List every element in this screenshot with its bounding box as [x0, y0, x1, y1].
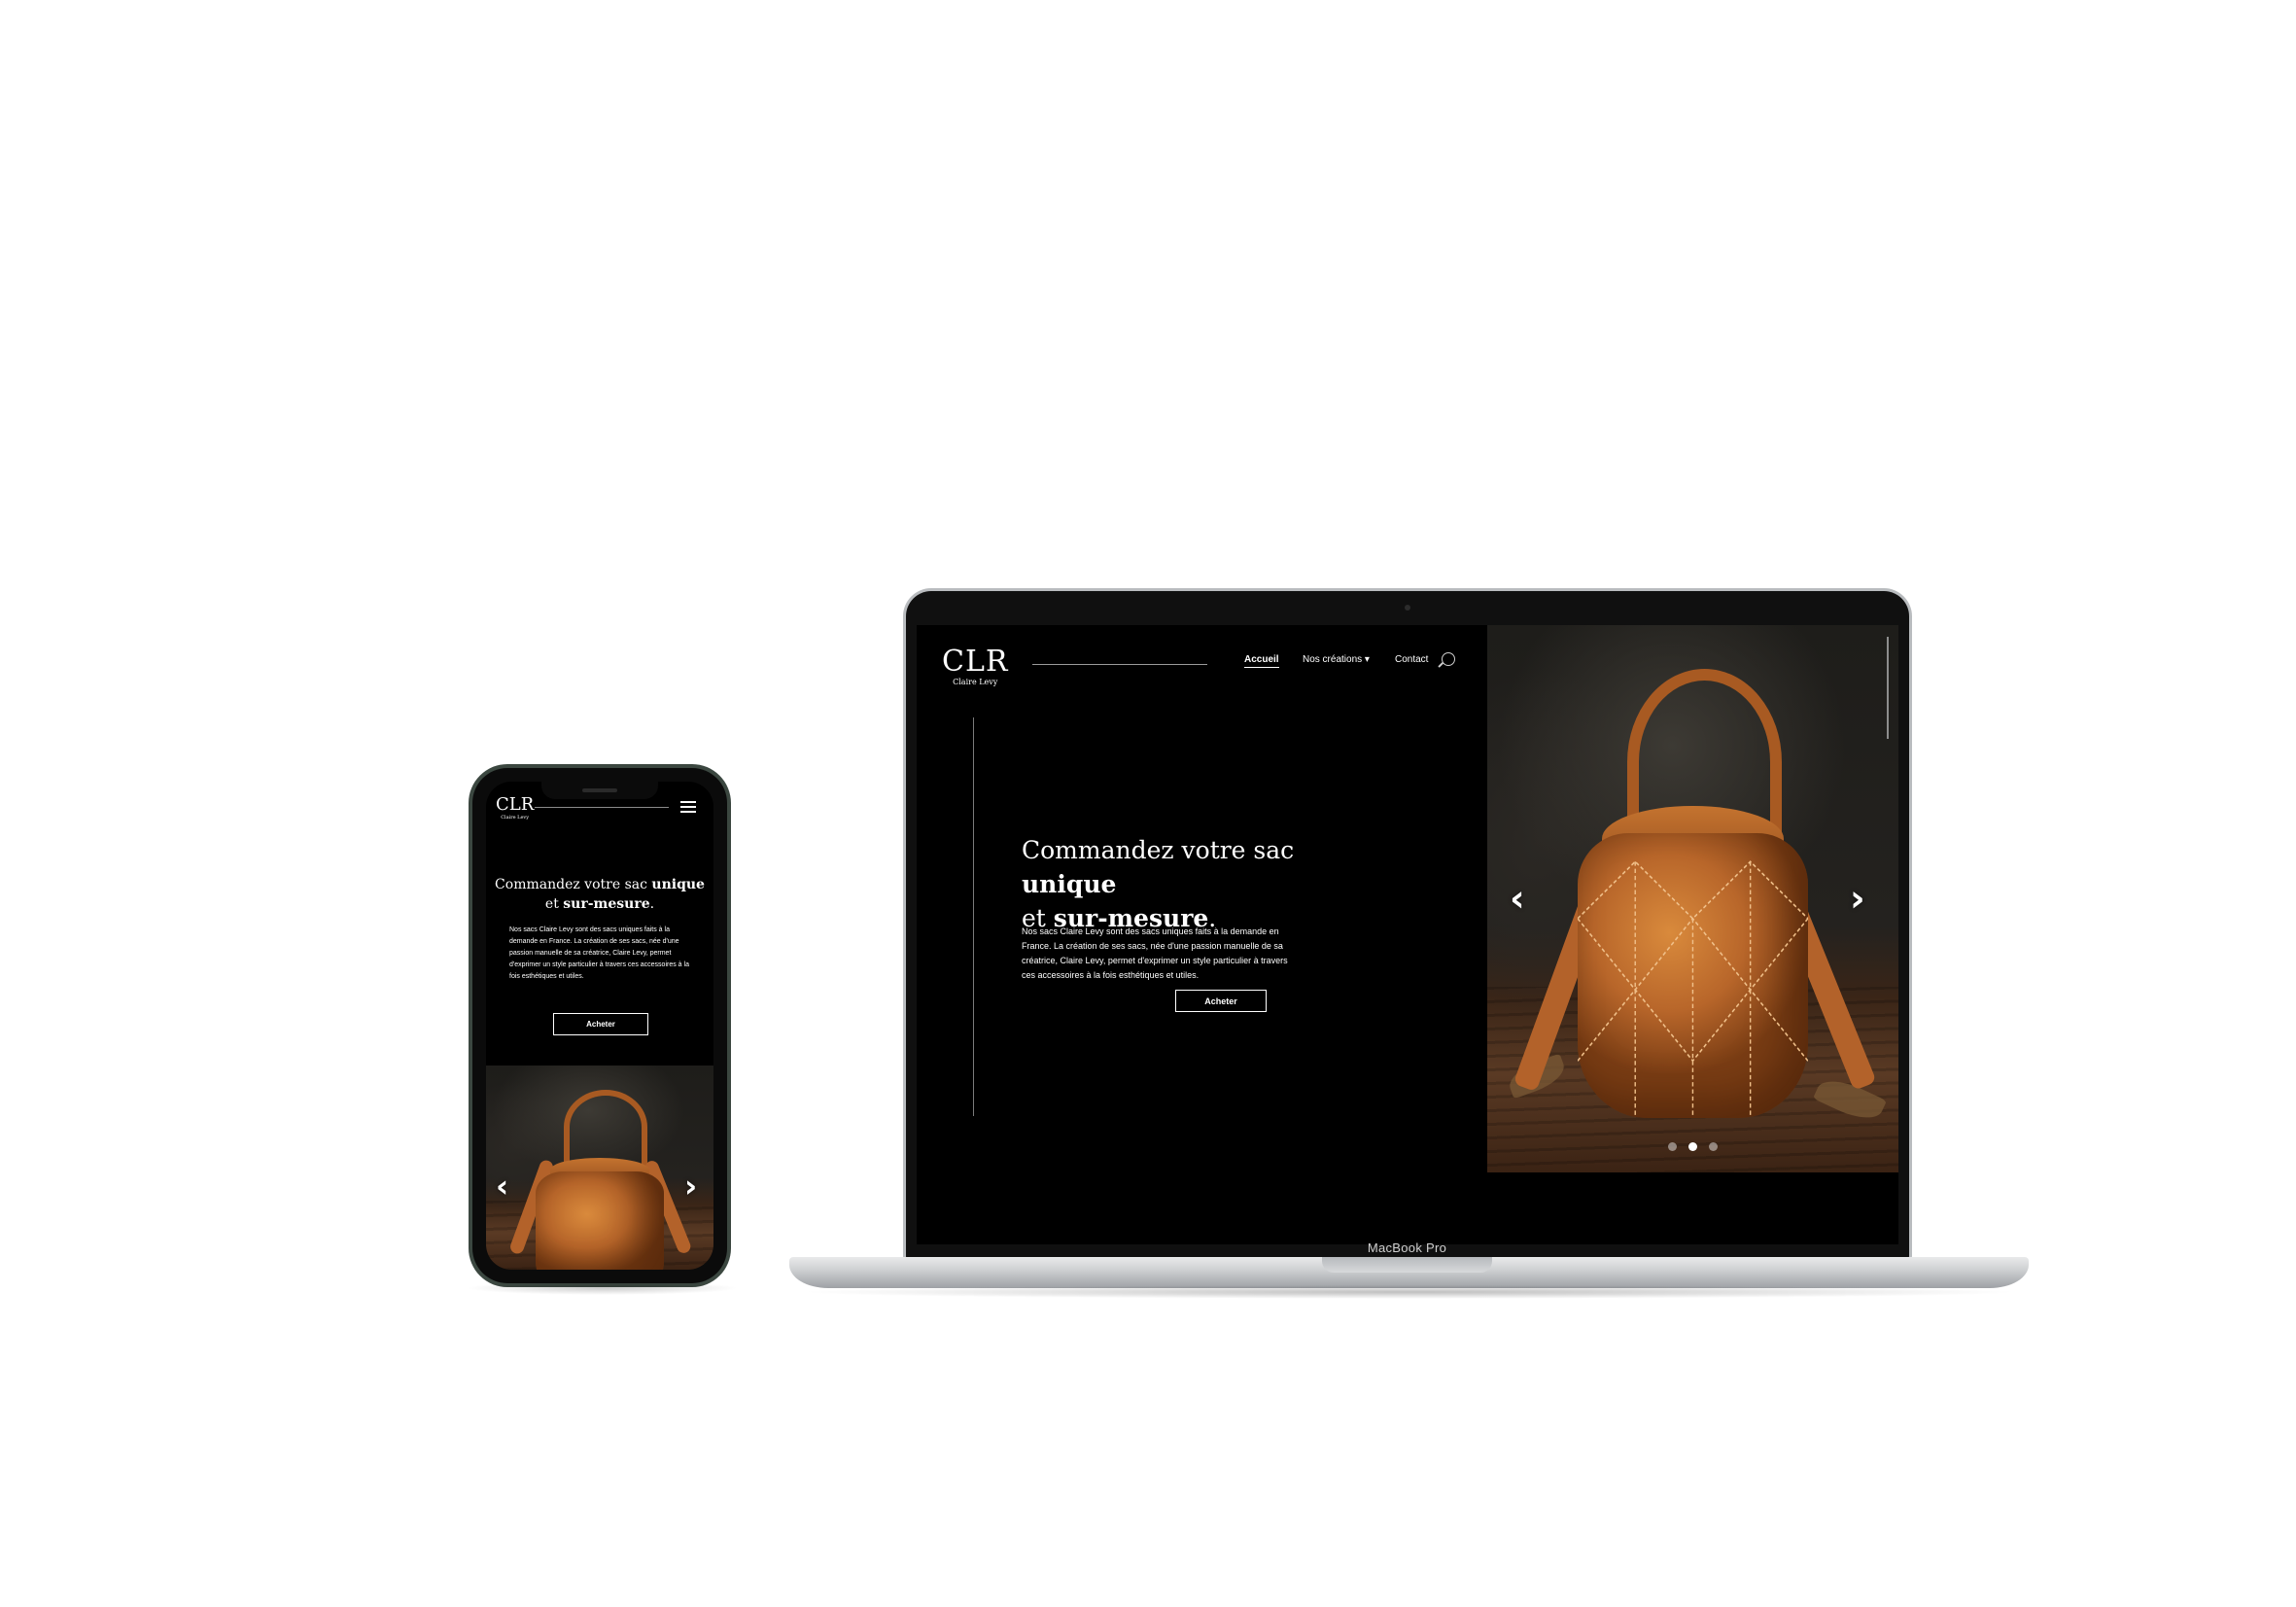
logo-mark: CLR — [942, 645, 1009, 679]
logo-name: Claire Levy — [953, 678, 998, 686]
laptop-shadow — [797, 1285, 2022, 1299]
scrollbar[interactable] — [1887, 637, 1889, 739]
carousel-prev-icon[interactable]: ‹ — [1510, 880, 1525, 917]
carousel-dot-1[interactable] — [1668, 1142, 1677, 1151]
search-icon[interactable] — [1442, 652, 1455, 666]
mobile-carousel-image — [486, 1066, 713, 1270]
hero-description: Nos sacs Claire Levy sont des sacs uniqu… — [1022, 926, 1288, 980]
mobile-logo-mark: CLR — [496, 794, 535, 815]
carousel-dot-3[interactable] — [1709, 1142, 1718, 1151]
phone-notch — [541, 782, 658, 799]
mobile-carousel-next-icon[interactable]: › — [684, 1170, 697, 1202]
laptop-notch — [1322, 1257, 1492, 1273]
phone-shadow — [467, 1281, 739, 1295]
brand-logo[interactable]: CLR Claire Levy — [942, 645, 1009, 687]
decorative-vertical-line — [973, 717, 974, 1116]
laptop-screen: CLR Claire Levy Accueil Nos créations ▾ … — [917, 625, 1898, 1244]
phone-screen: CLR Claire Levy Commandez votre sac uniq… — [486, 782, 713, 1270]
mobile-logo-name: Claire Levy — [501, 815, 530, 821]
mobile-carousel-prev-icon[interactable]: ‹ — [496, 1170, 508, 1202]
hero-carousel-image — [1487, 625, 1898, 1172]
carousel-dot-2[interactable] — [1688, 1142, 1697, 1151]
nav-item-contact[interactable]: Contact — [1395, 654, 1428, 665]
hamburger-icon[interactable] — [680, 801, 696, 813]
carousel-dots — [1668, 1142, 1718, 1151]
mobile-buy-button[interactable]: Acheter — [553, 1013, 648, 1035]
hero-title: Commandez votre sac unique et sur-mesure… — [1022, 836, 1295, 932]
laptop-brand-label: MacBook Pro — [1367, 1240, 1447, 1255]
nav-item-accueil[interactable]: Accueil — [1244, 654, 1279, 668]
nav-item-nos-creations[interactable]: Nos créations ▾ — [1303, 654, 1370, 665]
carousel-next-icon[interactable]: › — [1850, 880, 1865, 917]
mobile-header-divider — [535, 807, 669, 808]
mobile-hero-title: Commandez votre sac unique et sur-mesure… — [495, 877, 705, 912]
mobile-hero-description: Nos sacs Claire Levy sont des sacs uniqu… — [509, 926, 689, 980]
mobile-brand-logo[interactable]: CLR Claire Levy — [496, 795, 534, 821]
header-divider — [1032, 664, 1207, 665]
laptop-camera — [1405, 605, 1410, 611]
buy-button[interactable]: Acheter — [1175, 990, 1267, 1012]
